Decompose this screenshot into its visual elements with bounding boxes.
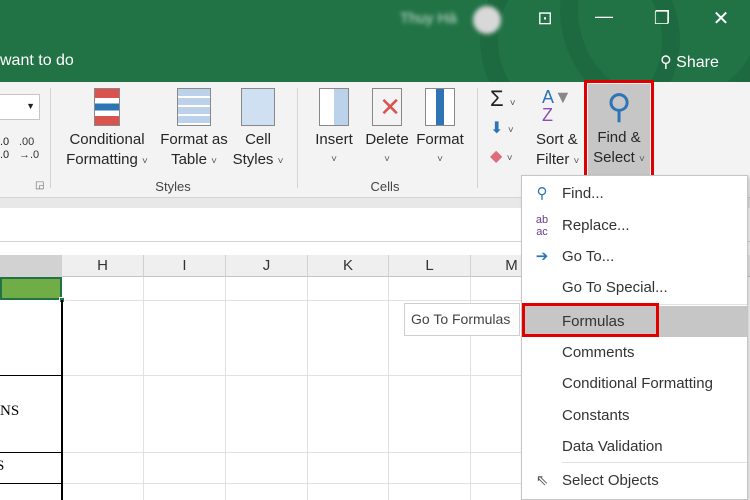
label: Select (593, 149, 635, 166)
menu-item-select-objects[interactable]: ⇖ Select Objects (522, 465, 747, 496)
cells-group-label: Cells (370, 179, 400, 194)
label: Table (171, 151, 207, 168)
replace-icon: ab ac (535, 214, 549, 238)
cell-text[interactable]: S (0, 458, 4, 475)
menu-item-find[interactable]: ⚲ Find... (522, 178, 747, 209)
avatar[interactable] (473, 6, 501, 34)
label: Select Objects (562, 472, 659, 489)
conditional-formatting-button[interactable]: Conditional Formatting ˅ (62, 88, 152, 172)
format-as-table-button[interactable]: Format as Table ˅ (156, 88, 232, 172)
label: Constants (562, 407, 630, 424)
share-button[interactable]: ⚲ Share (660, 52, 719, 72)
format-table-icon (177, 88, 211, 126)
label: Conditional Formatting (562, 375, 713, 392)
tell-me-box[interactable]: want to do (0, 52, 74, 70)
conditional-formatting-icon (94, 88, 120, 126)
label: Comments (562, 344, 635, 361)
styles-group-label: Styles (155, 179, 191, 194)
formulas-highlight (522, 303, 659, 337)
user-name: Thuy Hà (400, 10, 457, 27)
label: Formatting (66, 151, 138, 168)
delete-cells-icon: ✕ (372, 88, 402, 126)
label: Replace... (562, 217, 630, 234)
ribbon-display-icon[interactable]: ⊡ (530, 8, 560, 29)
minimize-button[interactable]: — (589, 6, 619, 27)
label: Find & (597, 129, 641, 146)
insert-button[interactable]: Insert ˅ (310, 88, 358, 170)
menu-item-conditional-formatting[interactable]: Conditional Formatting (522, 368, 747, 399)
label: Sort & (536, 131, 578, 148)
format-cells-icon (425, 88, 455, 126)
magnifier-icon: ⚲ (606, 88, 632, 126)
share-label: Share (676, 54, 719, 71)
label: Delete (365, 131, 409, 148)
sort-filter-button[interactable]: A▼ Z Sort & Filter ˅ (536, 88, 586, 172)
find-select-button[interactable]: ⚲ Find & Select ˅ (588, 84, 650, 176)
cell-styles-icon (241, 88, 275, 126)
column-header[interactable]: L (389, 255, 471, 277)
find-select-menu: ⚲ Find... ab ac Replace... ➔ Go To... Go To … (521, 175, 748, 500)
increase-decimal-button[interactable]: .0 .0 (0, 136, 9, 162)
label: Format (416, 131, 464, 148)
person-icon: ⚲ (660, 54, 677, 71)
column-header[interactable]: J (226, 255, 308, 277)
label: Filter (536, 151, 570, 168)
delete-button[interactable]: ✕ Delete ˅ (362, 88, 412, 170)
sort-filter-icon: A▼ Z (542, 87, 572, 125)
decrease-decimal-button[interactable]: .00 →.0 (19, 136, 39, 162)
menu-item-comments[interactable]: Comments (522, 337, 747, 368)
label: Go To Special... (562, 279, 668, 296)
fill-button[interactable]: ⬇ ˅ (490, 118, 514, 138)
label: Cell (245, 131, 271, 148)
column-header[interactable]: H (62, 255, 144, 277)
column-header-g[interactable] (0, 255, 62, 277)
close-button[interactable]: ✕ (706, 6, 736, 31)
selected-cell[interactable] (0, 277, 62, 300)
cell-text[interactable]: NS (0, 403, 19, 420)
menu-item-constants[interactable]: Constants (522, 400, 747, 431)
label: Data Validation (562, 438, 663, 455)
menu-item-replace[interactable]: ab ac Replace... (522, 210, 747, 241)
label: Insert (315, 131, 353, 148)
label: Conditional (69, 131, 145, 148)
label: Format as (160, 131, 228, 148)
autosum-button[interactable]: Σ ˅ (490, 86, 516, 112)
insert-cells-icon (319, 88, 349, 126)
tooltip: Go To Formulas (404, 303, 520, 336)
label: Find... (562, 185, 604, 202)
menu-item-data-validation[interactable]: Data Validation (522, 431, 747, 462)
format-button[interactable]: Format ˅ (414, 88, 466, 170)
restore-button[interactable]: ❐ (647, 8, 677, 29)
menu-item-go-to[interactable]: ➔ Go To... (522, 241, 747, 272)
search-icon: ⚲ (536, 185, 548, 202)
cursor-icon: ⇖ (535, 472, 549, 489)
title-bar: Thuy Hà ⊡ — ❐ ✕ want to do ⚲ Share (0, 0, 750, 140)
column-header[interactable]: I (144, 255, 226, 277)
clear-button[interactable]: ◆ ˅ (490, 146, 513, 166)
arrow-right-icon: ➔ (535, 248, 549, 265)
label: Go To... (562, 248, 615, 265)
dialog-launcher-icon[interactable]: ◲ (35, 180, 44, 191)
column-header[interactable]: K (308, 255, 389, 277)
label: Styles (232, 151, 274, 168)
cell-styles-button[interactable]: Cell Styles ˅ (230, 88, 286, 172)
menu-item-go-to-special[interactable]: Go To Special... (522, 272, 747, 303)
number-format-dropdown[interactable]: ▼ (0, 94, 40, 120)
